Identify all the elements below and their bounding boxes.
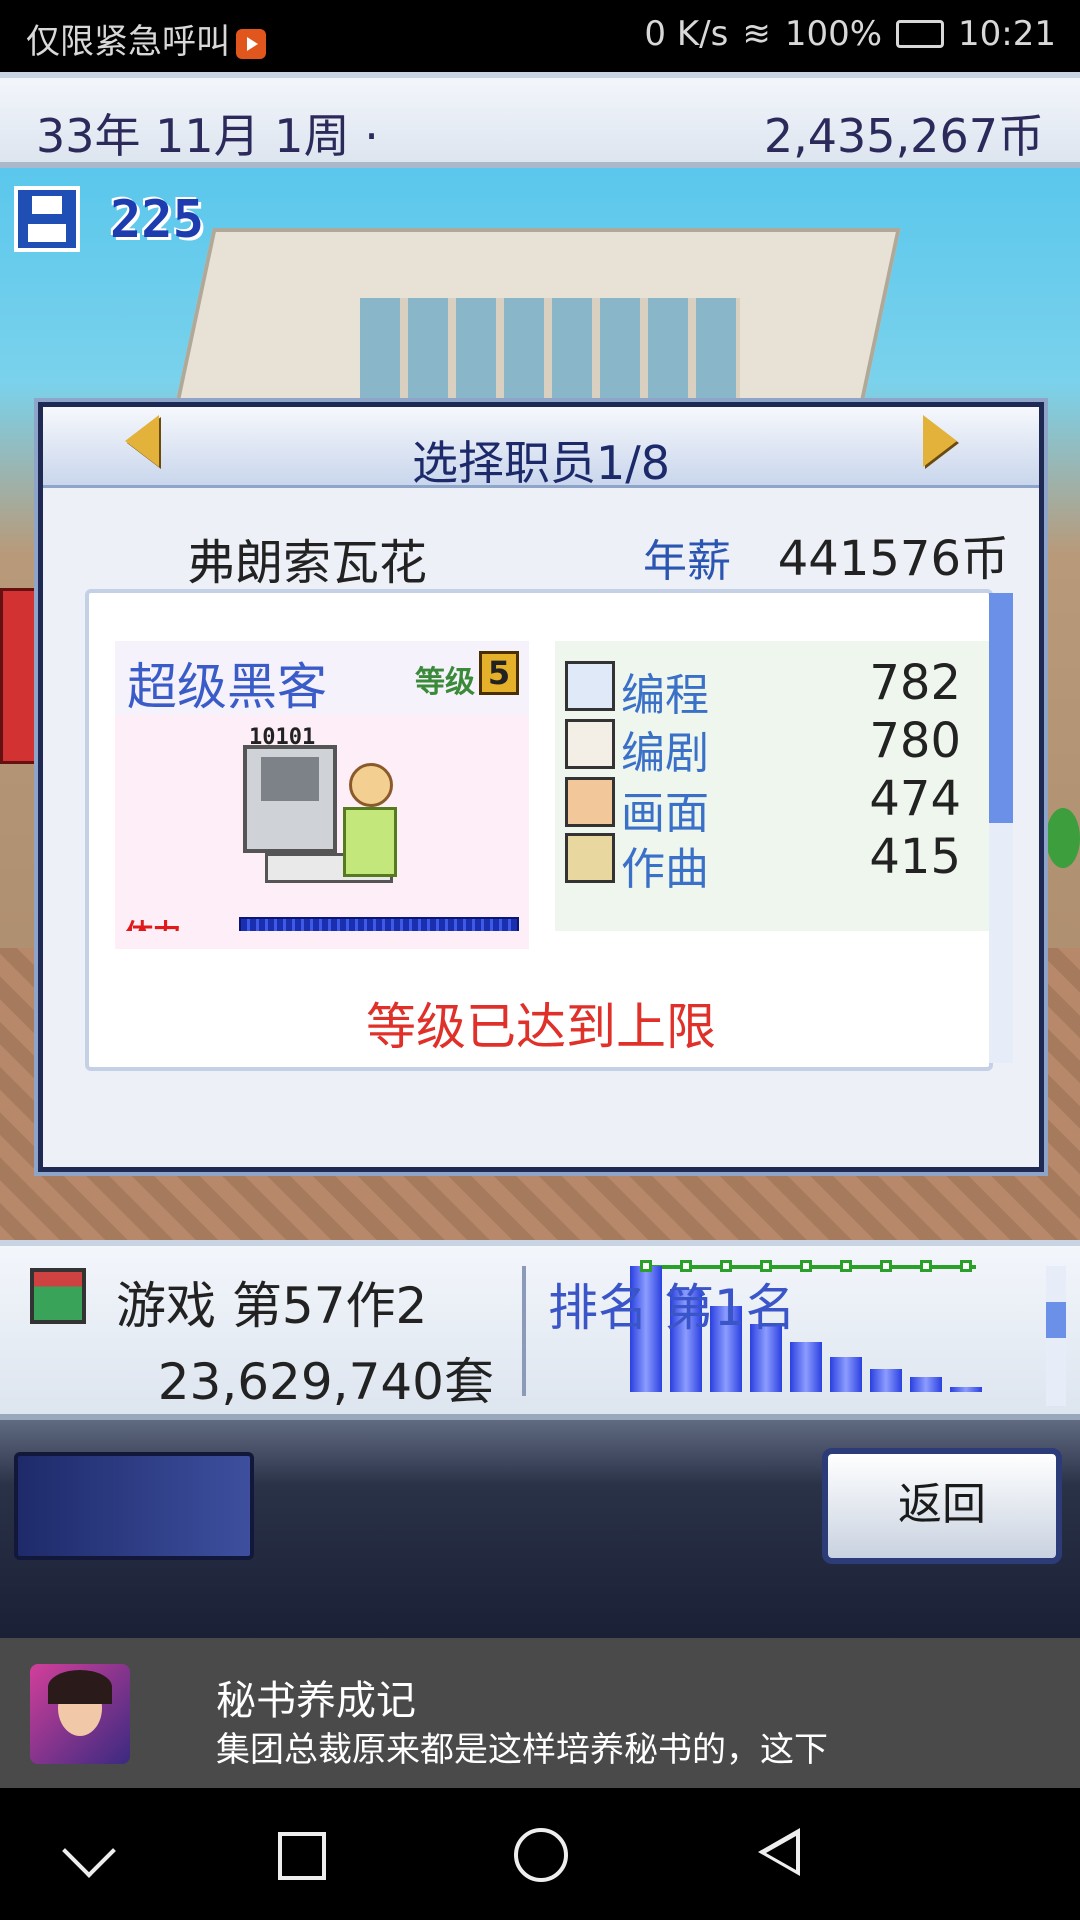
salary-value: 441576币	[777, 531, 1009, 587]
ad-title[interactable]: 秘书养成记	[216, 1668, 416, 1726]
status-right: 0 K/s ≋ 100% 10:21	[644, 14, 1056, 54]
stat-value-scenario: 780	[869, 713, 961, 769]
ad-app-icon[interactable]	[30, 1664, 130, 1764]
stat-value-sound: 415	[869, 829, 961, 885]
building-windows	[360, 298, 740, 418]
max-level-message: 等级已达到上限	[366, 998, 716, 1056]
stat-label-graphics: 画面	[621, 788, 709, 839]
network-speed: 0 K/s	[644, 14, 729, 54]
trumpet-icon	[565, 833, 615, 883]
staff-head-sprite	[349, 763, 393, 807]
game-cartridge-icon	[30, 1268, 86, 1324]
save-count: 225	[110, 190, 204, 250]
game-bar-scroll-thumb[interactable]	[1046, 1302, 1066, 1338]
rank-bar	[870, 1369, 902, 1392]
game-title: 游戏 第57作2	[116, 1277, 428, 1335]
system-nav-bar	[0, 1788, 1080, 1920]
staff-body-sprite	[343, 807, 397, 877]
detail-scroll-thumb[interactable]	[989, 593, 1013, 823]
computer-icon	[565, 661, 615, 711]
ad-banner[interactable]: 秘书养成记 集团总裁原来都是这样培养秘书的，这下	[0, 1638, 1080, 1788]
rank-dot	[800, 1260, 812, 1272]
game-info-bar[interactable]: 游戏 第57作2 23,629,740套 排名 第1名	[0, 1240, 1080, 1420]
stat-value-programming: 782	[869, 655, 961, 711]
stat-label-sound: 作曲	[621, 844, 709, 895]
stat-value-graphics: 474	[869, 771, 961, 827]
book-icon	[565, 719, 615, 769]
money-display: 2,435,267币	[763, 109, 1044, 163]
rank-dot	[880, 1260, 892, 1272]
save-disk-icon[interactable]	[14, 186, 80, 252]
back-button[interactable]: 返回	[822, 1448, 1062, 1564]
control-strip: 返回	[0, 1420, 1080, 1638]
rank-bar	[910, 1377, 942, 1392]
info-divider	[522, 1266, 526, 1396]
stamina-clip	[115, 931, 529, 949]
rank-dot	[960, 1260, 972, 1272]
level-label: 等级	[415, 665, 475, 700]
stat-label-programming: 编程	[621, 670, 709, 721]
clock: 10:21	[958, 14, 1056, 54]
status-left-label: 仅限紧急呼叫	[26, 22, 230, 62]
salary-label: 年薪	[643, 536, 731, 587]
emergency-call-text: 仅限紧急呼叫	[26, 14, 266, 63]
dialog-title: 选择职员1/8	[411, 436, 671, 490]
rank-dot	[840, 1260, 852, 1272]
rank-dot	[920, 1260, 932, 1272]
computer-sprite-icon	[243, 745, 337, 853]
play-icon	[236, 28, 266, 59]
menu-button[interactable]	[14, 1452, 254, 1560]
stat-label-scenario: 编剧	[621, 728, 709, 779]
top-info-bar: 33年 11月 1周 · 2,435,267币	[0, 72, 1080, 168]
home-icon[interactable]	[514, 1828, 568, 1882]
job-title: 超级黑客	[127, 658, 327, 716]
recent-apps-icon[interactable]	[278, 1832, 326, 1880]
rank-bar	[830, 1357, 862, 1392]
chevron-down-icon[interactable]	[62, 1824, 116, 1878]
game-sales: 23,629,740套	[157, 1353, 494, 1411]
rank-label: 排名 第1名	[548, 1279, 796, 1337]
staff-select-dialog: 选择职员1/8 弗朗索瓦花 年薪 441576币 超级黑客 等级 5 10101…	[38, 402, 1044, 1172]
plant-decor	[1046, 808, 1080, 868]
battery-percent: 100%	[784, 14, 883, 54]
ad-description[interactable]: 集团总裁原来都是这样培养秘书的，这下	[216, 1722, 828, 1771]
wifi-icon: ≋	[742, 14, 771, 54]
battery-icon	[896, 20, 945, 48]
staff-name: 弗朗索瓦花	[187, 535, 428, 591]
game-date: 33年 11月 1周 ·	[36, 109, 379, 163]
rank-bar	[950, 1387, 982, 1392]
status-bar: 仅限紧急呼叫 0 K/s ≋ 100% 10:21	[0, 0, 1080, 72]
back-triangle-inner	[766, 1836, 796, 1870]
level-badge: 5	[479, 651, 519, 695]
rank-bar	[790, 1342, 822, 1392]
palette-icon	[565, 777, 615, 827]
